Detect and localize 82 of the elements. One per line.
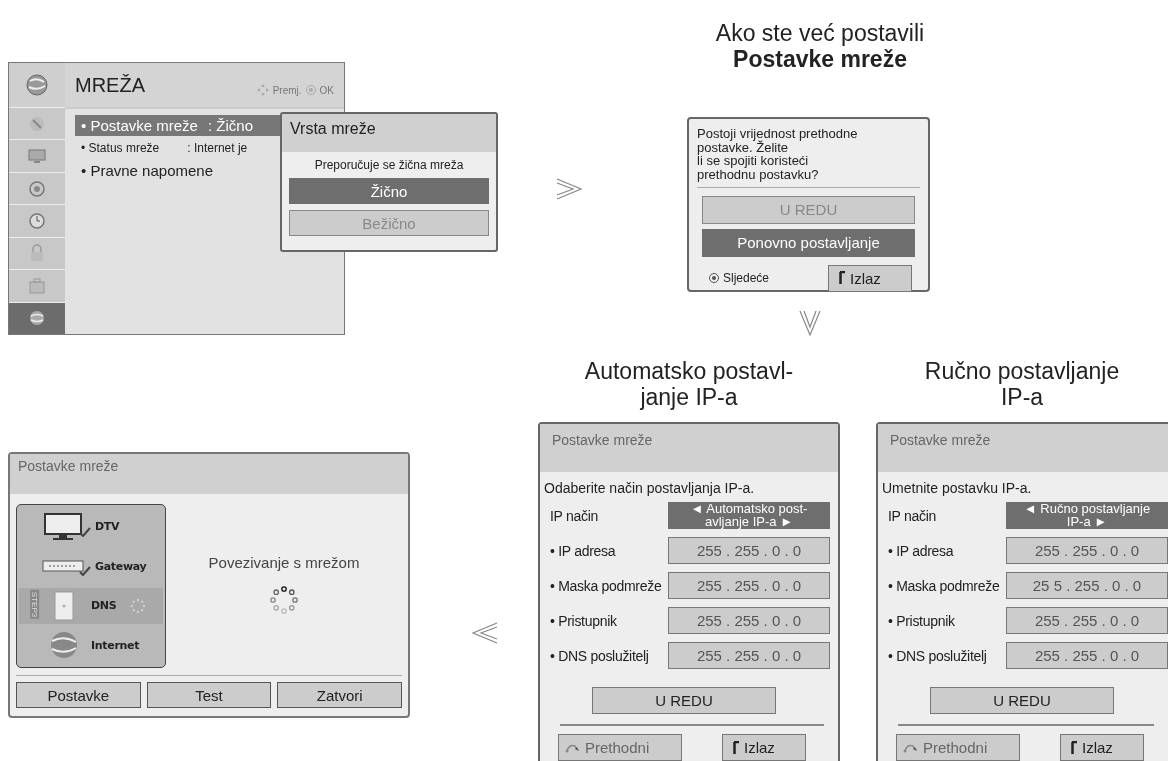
return-arrow-icon [903, 742, 919, 753]
field-label: • IP adresa [549, 542, 617, 559]
globe-icon [25, 73, 49, 97]
monitor-icon [28, 147, 46, 166]
step-caption: Postavke mreže [733, 46, 907, 73]
field-label: • Pristupnik [549, 612, 618, 629]
ok-button[interactable]: U REDU [592, 687, 776, 714]
step-label: Gateway [95, 559, 147, 573]
lock-icon [28, 244, 46, 263]
field-label: • Maska podmreže [549, 577, 663, 594]
dialog-message: Postoji vrijednost prethodne postavke. Želite li se spojiti koristeći prethodnu postavku? [697, 127, 859, 182]
network-option[interactable]: Žično [289, 178, 489, 204]
step-label: DNS [91, 599, 117, 613]
step-caption: Ako ste već postavili [715, 20, 925, 47]
category-tab[interactable] [9, 171, 65, 205]
dialog-button[interactable]: Test [146, 682, 272, 708]
recommendation-text: Preporučuje se žična mreža [314, 158, 464, 172]
globe-icon [28, 309, 46, 328]
chevron-down-icon [799, 310, 821, 336]
exit-button[interactable]: Izlaz [828, 264, 912, 292]
ip-input-field[interactable]: 255 . 255 . 0 . 0 [1006, 537, 1168, 564]
step-label: DTV [95, 520, 120, 534]
ip-input-field[interactable]: 25 5 . 255 . 0 . 0 [1006, 572, 1168, 599]
step-label: Internet [91, 638, 140, 652]
instruction-text: Odaberite način postavljanja IP-a. [544, 480, 756, 496]
panel-title: Postavke mreže [540, 424, 838, 472]
back-button[interactable]: Prethodni [896, 734, 1020, 761]
ok-button-icon [305, 85, 316, 95]
ip-input-field[interactable]: 255 . 255 . 0 . 0 [1006, 642, 1168, 669]
category-tab[interactable] [9, 204, 65, 237]
clock-icon [28, 211, 46, 230]
dialog-title: Vrsta mreže [282, 114, 496, 152]
step-caption: Ručno postavljanje IP-a [924, 358, 1120, 411]
ip-input-field[interactable]: 255 . 255 . 0 . 0 [668, 642, 830, 669]
exit-button[interactable]: Izlaz [722, 734, 806, 761]
step-tag: STEP3 [30, 589, 40, 619]
category-tab[interactable] [9, 269, 65, 302]
field-label: IP način [887, 507, 937, 524]
chevron-left-icon [472, 622, 498, 644]
ip-input-field[interactable]: 255 . 255 . 0 . 0 [668, 572, 830, 599]
ok-button[interactable]: U REDU [930, 687, 1114, 714]
ip-input-field[interactable]: 255 . 255 . 0 . 0 [668, 537, 830, 564]
ip-mode-selector[interactable]: ◄ Automatsko post- avljanje IP-a ► [668, 502, 830, 529]
exit-button[interactable]: Izlaz [1060, 734, 1144, 761]
category-tab[interactable] [9, 139, 65, 172]
dialog-button[interactable]: Postavke [16, 682, 141, 708]
ip-mode-selector[interactable]: ◄ Ručno postavljanje IP-a ► [1006, 502, 1168, 529]
dialog-button[interactable]: Ponovno postavljanje [702, 228, 915, 257]
ip-input-field[interactable]: 255 . 255 . 0 . 0 [668, 607, 830, 634]
menu-title: MREŽA [75, 73, 146, 97]
menu-item[interactable]: • Postavke mreže : Žično [75, 115, 283, 136]
status-text: Povezivanje s mrežom [208, 554, 360, 571]
ok-hint: OK [319, 84, 334, 96]
speaker-icon [28, 179, 46, 198]
field-label: • Maska podmreže [887, 577, 1001, 594]
return-arrow-icon [565, 742, 581, 753]
ip-input-field[interactable]: 255 . 255 . 0 . 0 [1006, 607, 1168, 634]
next-hint: Sljedeće [723, 271, 770, 286]
move-hint: Premj. [272, 84, 302, 96]
exit-key-icon [733, 740, 740, 755]
loading-spinner-icon [130, 597, 147, 614]
back-button[interactable]: Prethodni [558, 734, 682, 761]
ok-button-icon [709, 273, 719, 284]
field-label: • Pristupnik [887, 612, 956, 629]
category-tab[interactable] [9, 301, 65, 334]
menu-item[interactable]: • Status mreže : Internet je [75, 139, 283, 157]
chevron-right-icon [556, 178, 582, 200]
step-caption: Automatsko postavl- janje IP-a [584, 358, 794, 411]
direction-pad-icon [256, 84, 269, 96]
instruction-text: Umetnite postavku IP-a. [882, 480, 1033, 496]
exit-key-icon [839, 271, 846, 286]
panel-title: Postavke mreže [878, 424, 1168, 472]
menu-item[interactable]: • Pravne napomene [75, 160, 283, 181]
field-label: • DNS poslužitelj [887, 647, 988, 664]
field-label: • IP adresa [887, 542, 955, 559]
toolbox-icon [28, 276, 46, 295]
dialog-button[interactable]: Zatvori [277, 682, 402, 708]
panel-title: Postavke mreže [10, 454, 408, 494]
exit-key-icon [1071, 740, 1078, 755]
field-label: • DNS poslužitelj [549, 647, 650, 664]
field-label: IP način [549, 507, 599, 524]
loading-spinner-icon [269, 585, 299, 615]
